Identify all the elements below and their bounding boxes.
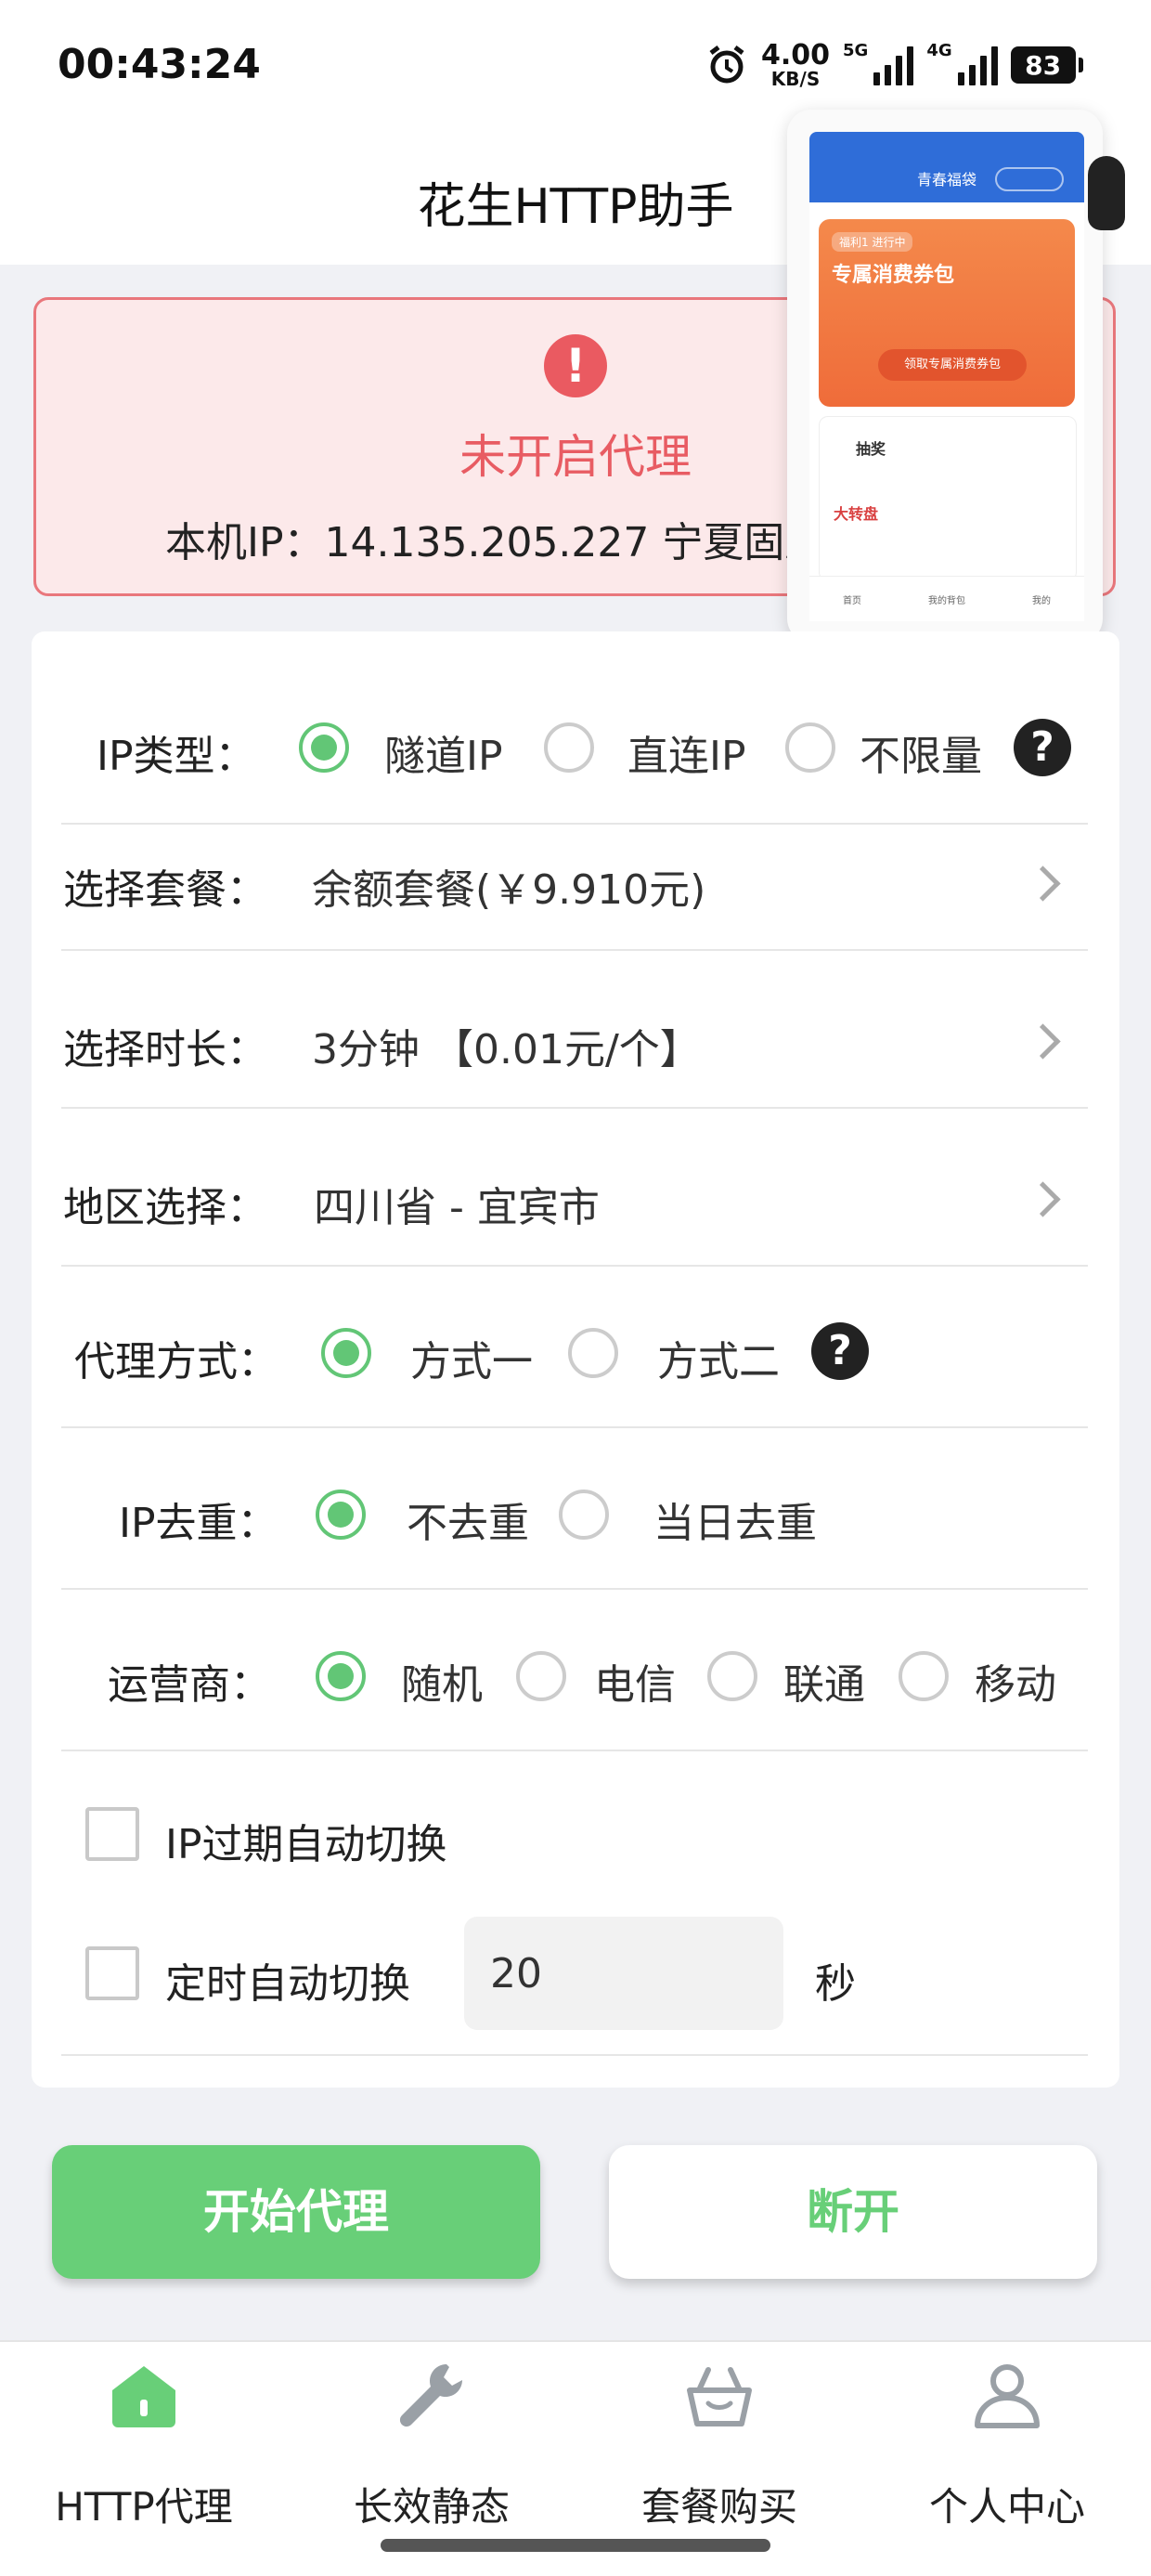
ip-type-option-direct[interactable]: 直连IP <box>627 722 746 782</box>
status-time: 00:43:24 <box>58 41 261 88</box>
mini-tabbar: 首页 我的背包 我的 <box>809 576 1084 621</box>
ip-type-radio-unlimited[interactable] <box>785 722 835 773</box>
divider <box>61 1588 1088 1590</box>
region-value[interactable]: 四川省 - 宜宾市 <box>314 1174 600 1233</box>
proxy-mode-label: 代理方式： <box>74 1338 278 1386</box>
proxy-mode-option-2[interactable]: 方式二 <box>657 1328 780 1387</box>
dedup-option-daily[interactable]: 当日去重 <box>653 1490 817 1549</box>
ip-type-help-icon[interactable]: ? <box>1014 719 1071 776</box>
divider <box>61 1107 1088 1109</box>
dedup-option-none[interactable]: 不去重 <box>407 1490 529 1549</box>
ip-type-option-tunnel[interactable]: 隧道IP <box>384 722 503 782</box>
proxy-mode-help-icon[interactable]: ? <box>811 1322 869 1380</box>
signal-5g-icon <box>873 45 914 85</box>
nav-item-long-static[interactable]: 长效静态 <box>288 2348 576 2533</box>
duration-label: 选择时长： <box>63 1026 267 1073</box>
basket-icon <box>687 2367 752 2426</box>
net-speed: 4.00 KB/S <box>761 39 831 90</box>
auto-switch-expire-checkbox[interactable] <box>85 1807 139 1861</box>
local-ip-text: 本机IP：14.135.205.227 宁夏固原 <box>165 519 826 566</box>
mini-tab-home[interactable]: 首页 <box>843 592 861 606</box>
ip-type-radio-tunnel[interactable] <box>299 722 349 773</box>
nav-item-packages[interactable]: 套餐购买 <box>576 2348 863 2533</box>
mini-program-capsule[interactable] <box>995 167 1064 191</box>
divider <box>61 1265 1088 1267</box>
proxy-mode-option-1[interactable]: 方式一 <box>410 1328 533 1387</box>
nav-item-profile[interactable]: 个人中心 <box>863 2348 1151 2533</box>
mini-coupon-button[interactable]: 领取专属消费券包 <box>878 349 1027 381</box>
ip-type-radio-direct[interactable] <box>544 722 594 773</box>
signal-5g-label: 5G <box>843 41 869 60</box>
mini-wheel-title: 大转盘 <box>834 505 879 523</box>
carrier-label: 运营商： <box>108 1661 271 1709</box>
mini-tab-bag[interactable]: 我的背包 <box>928 592 965 606</box>
duration-value[interactable]: 3分钟 【0.01元/个】 <box>312 1016 701 1075</box>
auto-switch-expire-label[interactable]: IP过期自动切换 <box>165 1811 447 1870</box>
dedup-radio-none[interactable] <box>316 1490 366 1540</box>
carrier-option-mobile[interactable]: 移动 <box>975 1651 1056 1711</box>
carrier-option-unicom[interactable]: 联通 <box>783 1651 865 1711</box>
auto-switch-timer-label[interactable]: 定时自动切换 <box>165 1950 410 2010</box>
timer-unit-label: 秒 <box>815 1960 856 2008</box>
nav-label: 个人中心 <box>928 2484 1085 2530</box>
start-proxy-button[interactable]: 开始代理 <box>52 2145 540 2279</box>
nav-item-http-proxy[interactable]: HTTP代理 <box>0 2348 288 2533</box>
nav-label: 长效静态 <box>353 2484 510 2530</box>
mini-lottery-title: 抽奖 <box>856 440 886 458</box>
carrier-radio-mobile[interactable] <box>899 1651 949 1701</box>
mini-coupon-title: 专属消费券包 <box>832 264 955 287</box>
home-icon <box>112 2366 175 2427</box>
carrier-radio-random[interactable] <box>316 1651 366 1701</box>
signal-4g-label: 4G <box>926 41 952 60</box>
carrier-radio-telecom[interactable] <box>516 1651 566 1701</box>
auto-switch-timer-checkbox[interactable] <box>85 1946 139 2000</box>
divider <box>61 2054 1088 2056</box>
divider <box>61 949 1088 951</box>
package-label: 选择套餐： <box>63 866 267 914</box>
dedup-radio-daily[interactable] <box>559 1490 609 1540</box>
wrench-icon <box>399 2364 463 2427</box>
nav-label: HTTP代理 <box>55 2484 233 2530</box>
ip-type-option-unlimited[interactable]: 不限量 <box>860 722 982 782</box>
carrier-option-telecom[interactable]: 电信 <box>594 1651 676 1711</box>
nav-label: 套餐购买 <box>640 2484 797 2530</box>
mini-coupon-tag: 福利1 进行中 <box>832 232 913 252</box>
alarm-icon <box>709 46 744 84</box>
region-label: 地区选择： <box>63 1184 267 1231</box>
battery-icon: 83 <box>1010 46 1083 84</box>
carrier-option-random[interactable]: 随机 <box>401 1651 483 1711</box>
ip-type-label: IP类型： <box>97 733 256 780</box>
proxy-mode-radio-1[interactable] <box>321 1328 371 1378</box>
dedup-label: IP去重： <box>119 1500 278 1547</box>
signal-4g-icon <box>957 45 998 85</box>
package-value[interactable]: 余额套餐(￥9.910元) <box>312 856 705 916</box>
proxy-mode-radio-2[interactable] <box>568 1328 618 1378</box>
timer-seconds-value[interactable]: 20 <box>490 1950 542 1997</box>
carrier-radio-unicom[interactable] <box>707 1651 757 1701</box>
mascot-icon <box>1088 156 1125 230</box>
divider <box>61 1750 1088 1751</box>
warning-icon: ! <box>544 334 607 397</box>
mini-tab-me[interactable]: 我的 <box>1032 592 1051 606</box>
user-icon <box>975 2364 1040 2428</box>
disconnect-button[interactable]: 断开 <box>609 2145 1097 2279</box>
home-indicator[interactable] <box>381 2539 770 2552</box>
divider <box>61 1426 1088 1428</box>
divider <box>61 823 1088 825</box>
status-icons: 4.00 KB/S 5G 4G 83 <box>705 37 1083 93</box>
